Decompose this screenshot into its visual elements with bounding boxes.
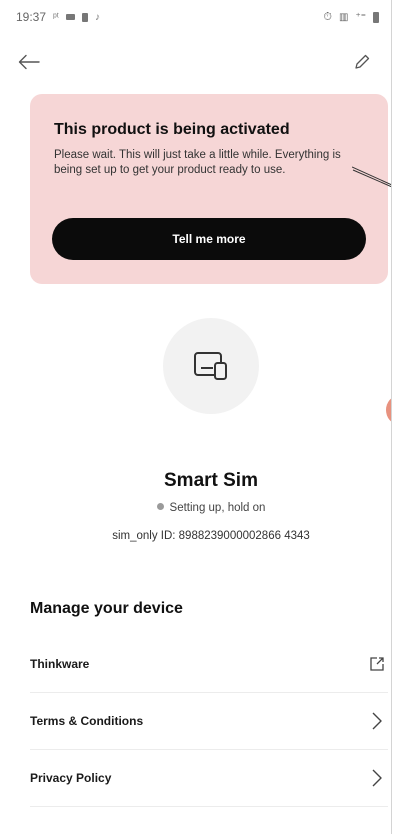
- chevron-right-icon: [366, 710, 388, 732]
- banner-body: Please wait. This will just take a littl…: [54, 149, 341, 176]
- floating-chat-bubble[interactable]: [386, 396, 391, 424]
- device-status: Setting up, hold on: [0, 502, 391, 514]
- device-id: sim_only ID: 8988239000002866 4343: [112, 530, 310, 542]
- menu-item-thinkware[interactable]: Thinkware: [30, 636, 388, 693]
- signal-icon: ▥: [338, 11, 349, 23]
- device-avatar: [163, 318, 259, 414]
- pencil-icon: [355, 54, 370, 69]
- back-button[interactable]: [14, 48, 44, 76]
- activation-banner: This product is being activated Please w…: [30, 94, 388, 284]
- status-dot-icon: [156, 503, 164, 510]
- section-title: Manage your device: [30, 600, 183, 617]
- banner-title: This product is being activated: [54, 121, 290, 138]
- device-status-text: Setting up, hold on: [169, 502, 266, 514]
- devices-icon: [194, 352, 227, 380]
- external-link-icon: [366, 653, 388, 675]
- clock: 19:37: [16, 10, 47, 24]
- device-name: Smart Sim: [164, 470, 258, 491]
- battery-icon: [373, 11, 379, 23]
- menu-item-label: Thinkware: [30, 657, 90, 671]
- chevron-right-icon: [366, 767, 388, 789]
- tell-me-more-button[interactable]: Tell me more: [52, 218, 366, 260]
- music-icon: ♪: [95, 11, 101, 23]
- menu-item-terms[interactable]: Terms & Conditions: [30, 693, 388, 750]
- status-bar-left: 19:37 ᵖᵗ ♪: [16, 10, 100, 24]
- menu-item-label: Privacy Policy: [30, 771, 112, 785]
- arrow-left-icon: [18, 54, 40, 70]
- annotation-pointer: [352, 166, 391, 187]
- battery-small-icon: [82, 12, 89, 22]
- menu-item-privacy[interactable]: Privacy Policy: [30, 750, 388, 807]
- manage-menu: Thinkware Terms & Conditions Privacy Pol…: [30, 636, 388, 807]
- alarm-icon: ⏱: [323, 10, 332, 23]
- app-screen: 19:37 ᵖᵗ ♪ ⏱ ▥ ⁺⁼ This product is being …: [0, 0, 392, 834]
- wifi-icon: ⁺⁼: [355, 11, 366, 23]
- status-bar: 19:37 ᵖᵗ ♪ ⏱ ▥ ⁺⁼: [0, 0, 391, 34]
- edit-button[interactable]: [347, 48, 377, 76]
- message-icon: [66, 14, 76, 20]
- status-bar-right: ⏱ ▥ ⁺⁼: [323, 11, 379, 24]
- menu-item-label: Terms & Conditions: [30, 714, 144, 728]
- notification-icon: ᵖᵗ: [53, 11, 60, 23]
- top-bar: [0, 34, 391, 90]
